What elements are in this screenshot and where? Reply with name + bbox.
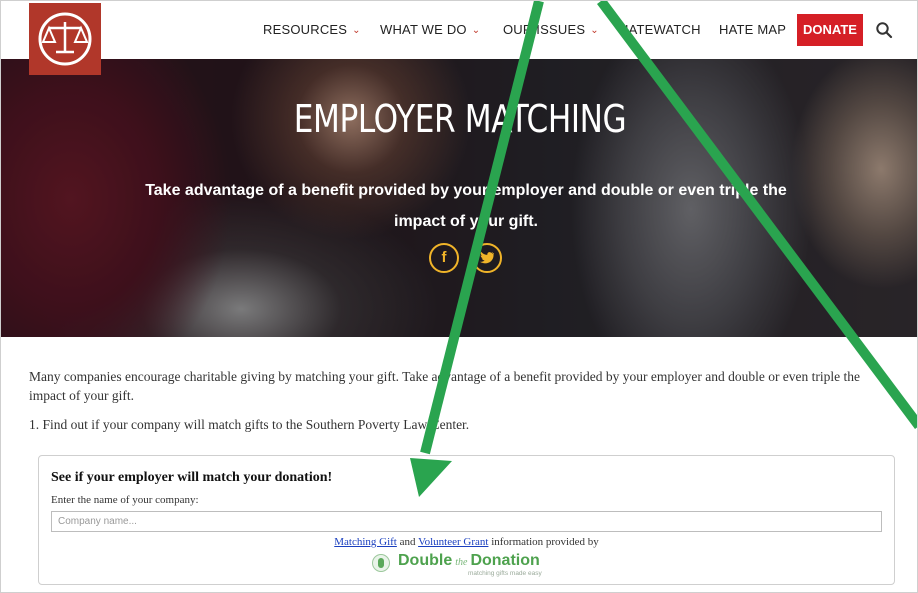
site-header: RESOURCES ⌄ WHAT WE DO ⌄ OUR ISSUES ⌄ HATEW… bbox=[1, 1, 917, 75]
nav-item-our-issues[interactable]: OUR ISSUES ⌄ bbox=[503, 22, 599, 37]
main-nav: RESOURCES ⌄ WHAT WE DO ⌄ OUR ISSUES ⌄ HATEW… bbox=[1, 1, 917, 59]
hero-banner: EMPLOYER MATCHING Take advantage of a be… bbox=[1, 59, 917, 337]
main-content: Many companies encourage charitable givi… bbox=[1, 337, 917, 592]
page-frame: RESOURCES ⌄ WHAT WE DO ⌄ OUR ISSUES ⌄ HATEW… bbox=[0, 0, 918, 593]
company-field-label: Enter the name of your company: bbox=[51, 494, 199, 506]
chevron-down-icon: ⌄ bbox=[590, 25, 599, 36]
nav-label: OUR ISSUES bbox=[503, 22, 586, 37]
nav-item-hatewatch[interactable]: HATEWATCH bbox=[619, 22, 701, 37]
intro-paragraph: Many companies encourage charitable givi… bbox=[29, 369, 861, 403]
brand-tagline: matching gifts made easy bbox=[468, 570, 542, 577]
nav-item-hate-map[interactable]: HATE MAP bbox=[719, 22, 786, 37]
widget-title: See if your employer will match your don… bbox=[51, 470, 333, 485]
volunteer-grant-link[interactable]: Volunteer Grant bbox=[418, 536, 488, 548]
nav-item-what-we-do[interactable]: WHAT WE DO ⌄ bbox=[380, 22, 480, 37]
brand-word-2: Donation bbox=[470, 552, 540, 569]
company-name-input[interactable] bbox=[51, 511, 882, 532]
nav-label: WHAT WE DO bbox=[380, 22, 467, 37]
logo[interactable] bbox=[29, 3, 101, 75]
step-1-text: 1. Find out if your company will match g… bbox=[29, 417, 470, 432]
brand-word-1: Double bbox=[398, 552, 453, 569]
search-icon[interactable] bbox=[875, 21, 893, 39]
scales-of-justice-icon bbox=[38, 12, 92, 66]
twitter-bird-glyph bbox=[479, 251, 494, 264]
twitter-icon[interactable] bbox=[472, 243, 502, 273]
nav-item-resources[interactable]: RESOURCES ⌄ bbox=[263, 22, 361, 37]
facebook-icon[interactable]: f bbox=[429, 243, 459, 273]
page-title: EMPLOYER MATCHING bbox=[293, 97, 627, 141]
employer-match-widget: See if your employer will match your don… bbox=[38, 455, 895, 585]
double-the-donation-logo[interactable]: Double the Donation matching gifts made ea… bbox=[372, 550, 572, 577]
donate-button[interactable]: DONATE bbox=[797, 14, 863, 46]
credit-suffix: information provided by bbox=[491, 536, 599, 548]
matching-gift-link[interactable]: Matching Gift bbox=[334, 536, 397, 548]
nav-label: RESOURCES bbox=[263, 22, 348, 37]
chevron-down-icon: ⌄ bbox=[471, 25, 481, 36]
nav-label: HATEWATCH bbox=[619, 22, 701, 37]
brand-the: the bbox=[455, 557, 468, 568]
nav-label: HATE MAP bbox=[719, 22, 787, 37]
brand-name: Double the Donation bbox=[398, 552, 540, 570]
hero-subtitle: Take advantage of a benefit provided by … bbox=[145, 182, 787, 230]
provider-credit: Matching Gift and Volunteer Grant inform… bbox=[39, 536, 894, 548]
credit-and: and bbox=[399, 536, 416, 548]
double-the-donation-icon bbox=[372, 554, 390, 572]
chevron-down-icon: ⌄ bbox=[352, 25, 361, 36]
